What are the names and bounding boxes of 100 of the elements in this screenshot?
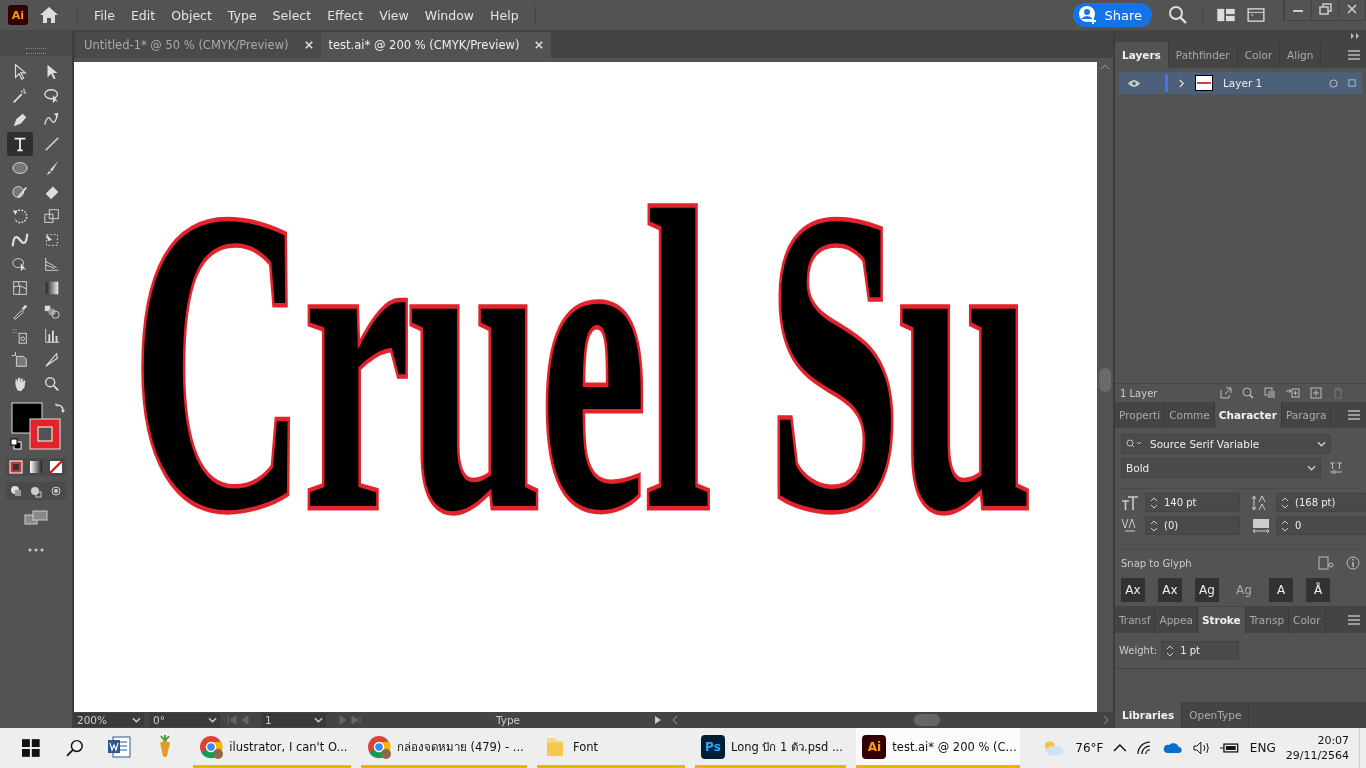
wifi-icon[interactable] bbox=[1137, 741, 1153, 755]
panel-tab[interactable]: Character bbox=[1214, 402, 1282, 428]
menu-item[interactable]: Effect bbox=[327, 7, 364, 23]
panel-icon[interactable] bbox=[1247, 8, 1265, 22]
tracking-field[interactable]: 0 bbox=[1276, 516, 1366, 535]
snap-option-button[interactable]: Ax bbox=[1121, 578, 1145, 602]
scroll-thumb[interactable] bbox=[914, 714, 940, 726]
panel-tab[interactable]: Transf bbox=[1115, 607, 1156, 633]
panel-tab[interactable]: Libraries bbox=[1115, 702, 1183, 728]
share-button[interactable]: Share bbox=[1073, 3, 1152, 27]
taskbar-app[interactable]: ilustrator, I can't O... bbox=[193, 728, 351, 768]
layer-row[interactable]: Layer 1 bbox=[1119, 72, 1362, 94]
color-mode-icon[interactable] bbox=[9, 459, 23, 474]
weather-temperature[interactable]: 76°F bbox=[1075, 741, 1104, 755]
caret-right-icon[interactable] bbox=[1178, 78, 1185, 88]
stepper-icon[interactable] bbox=[1150, 519, 1158, 532]
rotation-field[interactable]: 0° bbox=[150, 713, 220, 727]
collapse-panels-icon[interactable] bbox=[1350, 33, 1360, 39]
menu-item[interactable]: Select bbox=[272, 7, 312, 23]
eye-icon[interactable] bbox=[1127, 78, 1141, 88]
screen-mode-icon[interactable] bbox=[24, 509, 48, 526]
fill-stroke-swatches[interactable] bbox=[11, 401, 61, 450]
info-icon[interactable] bbox=[1346, 556, 1360, 570]
document-tab[interactable]: test.ai* @ 200 % (CMYK/Preview) bbox=[320, 32, 552, 58]
chevron-up-icon[interactable] bbox=[1113, 743, 1128, 753]
more-tools-icon[interactable] bbox=[28, 547, 44, 552]
panel-tab[interactable]: Layers bbox=[1115, 42, 1169, 68]
zoom-field[interactable]: 200% bbox=[74, 713, 144, 727]
taskbar-app[interactable]: Ai test.ai* @ 200 % (C... bbox=[856, 728, 1020, 768]
cloud-icon[interactable] bbox=[1162, 742, 1183, 754]
scroll-up-icon[interactable] bbox=[1100, 64, 1110, 70]
menu-icon[interactable] bbox=[1348, 410, 1360, 420]
panel-tab[interactable]: Color bbox=[1237, 42, 1281, 68]
artboard-field[interactable]: 1 bbox=[262, 713, 326, 727]
menu-item[interactable]: Help bbox=[490, 7, 519, 23]
panel-tab[interactable]: Properti bbox=[1115, 402, 1166, 428]
scroll-right-icon[interactable] bbox=[1103, 715, 1109, 725]
glyph-guide-icon[interactable] bbox=[1318, 556, 1334, 570]
tool-button[interactable] bbox=[7, 132, 33, 156]
layout-icon[interactable] bbox=[1217, 8, 1235, 22]
scroll-left-icon[interactable] bbox=[672, 715, 678, 725]
stepper-icon[interactable] bbox=[1281, 519, 1289, 532]
snap-option-button[interactable]: Ax bbox=[1158, 578, 1182, 602]
draw-normal-icon[interactable] bbox=[9, 483, 23, 498]
snap-option-button[interactable]: Ag bbox=[1195, 578, 1219, 602]
taskbar-app[interactable]: Font bbox=[536, 728, 685, 768]
type-options-icon[interactable] bbox=[1329, 461, 1343, 475]
panel-tab[interactable]: Align bbox=[1280, 42, 1322, 68]
add-icon[interactable] bbox=[1310, 387, 1322, 399]
default-colors-icon[interactable] bbox=[10, 437, 22, 450]
menu-item[interactable]: File bbox=[94, 7, 115, 23]
clock-date[interactable]: 29/11/2564 bbox=[1285, 748, 1350, 763]
windows-start-icon[interactable] bbox=[22, 739, 40, 757]
toolbar-grip[interactable] bbox=[26, 48, 46, 54]
stepper-icon[interactable] bbox=[1166, 644, 1175, 657]
panel-tab[interactable]: Appea bbox=[1155, 607, 1198, 633]
swap-icon[interactable] bbox=[54, 401, 66, 414]
search-icon[interactable] bbox=[65, 739, 84, 757]
snap-option-button[interactable]: A bbox=[1269, 578, 1293, 602]
panel-tab[interactable]: Stroke bbox=[1197, 607, 1246, 633]
menu-item[interactable]: Object bbox=[171, 7, 212, 23]
speaker-icon[interactable] bbox=[1192, 741, 1211, 755]
menu-item[interactable]: Window bbox=[424, 7, 475, 23]
target-icon[interactable] bbox=[1329, 78, 1338, 88]
menu-icon[interactable] bbox=[1348, 615, 1360, 625]
caret-icon[interactable] bbox=[1313, 441, 1326, 447]
menu-item[interactable]: Edit bbox=[130, 7, 156, 23]
panel-tab[interactable]: Paragra bbox=[1281, 402, 1332, 428]
input-language[interactable]: ENG bbox=[1249, 741, 1276, 755]
menu-icon[interactable] bbox=[1348, 50, 1360, 60]
font-family-dropdown[interactable]: Source Serif Variable bbox=[1121, 434, 1331, 454]
battery-icon[interactable] bbox=[1220, 742, 1240, 754]
play-icon[interactable] bbox=[654, 715, 662, 725]
panel-tab[interactable]: Comme bbox=[1165, 402, 1215, 428]
leading-field[interactable]: (168 pt) bbox=[1276, 493, 1366, 512]
taskbar-app[interactable]: กล่องจดหมาย (479) - ... bbox=[360, 728, 527, 768]
panel-tab[interactable]: Pathfinder bbox=[1168, 42, 1238, 68]
font-style-dropdown[interactable]: Bold bbox=[1121, 458, 1321, 478]
home-icon[interactable] bbox=[39, 5, 59, 25]
gradient-mode-icon[interactable] bbox=[29, 459, 43, 474]
app-logo[interactable]: Ai bbox=[8, 5, 28, 25]
menu-item[interactable]: View bbox=[379, 7, 409, 23]
clock-time[interactable]: 20:07 bbox=[1317, 733, 1350, 748]
weight-field[interactable]: 1 pt bbox=[1161, 641, 1240, 660]
stepper-icon[interactable] bbox=[1150, 496, 1158, 509]
clip-mask-icon[interactable] bbox=[1264, 387, 1276, 399]
taskbar-app[interactable]: Ps Long ปัก 1 ตัว.psd ... bbox=[694, 728, 847, 768]
stepper-icon[interactable] bbox=[1281, 496, 1289, 509]
export-icon[interactable] bbox=[1220, 387, 1232, 399]
panel-tab[interactable]: Color bbox=[1289, 607, 1326, 633]
document-tab[interactable]: Untitled-1* @ 50 % (CMYK/Preview) bbox=[76, 32, 321, 58]
snap-option-button[interactable]: Å bbox=[1306, 578, 1330, 602]
font-size-field[interactable]: 140 pt bbox=[1145, 493, 1240, 512]
panel-tab[interactable]: Transp bbox=[1245, 607, 1290, 633]
kerning-field[interactable]: (0) bbox=[1145, 516, 1240, 535]
draw-inside-icon[interactable] bbox=[49, 483, 63, 498]
sublayer-icon[interactable] bbox=[1286, 387, 1300, 399]
caret-icon[interactable] bbox=[1303, 465, 1316, 471]
none-mode-icon[interactable] bbox=[49, 459, 63, 474]
menu-item[interactable]: Type bbox=[227, 7, 257, 23]
